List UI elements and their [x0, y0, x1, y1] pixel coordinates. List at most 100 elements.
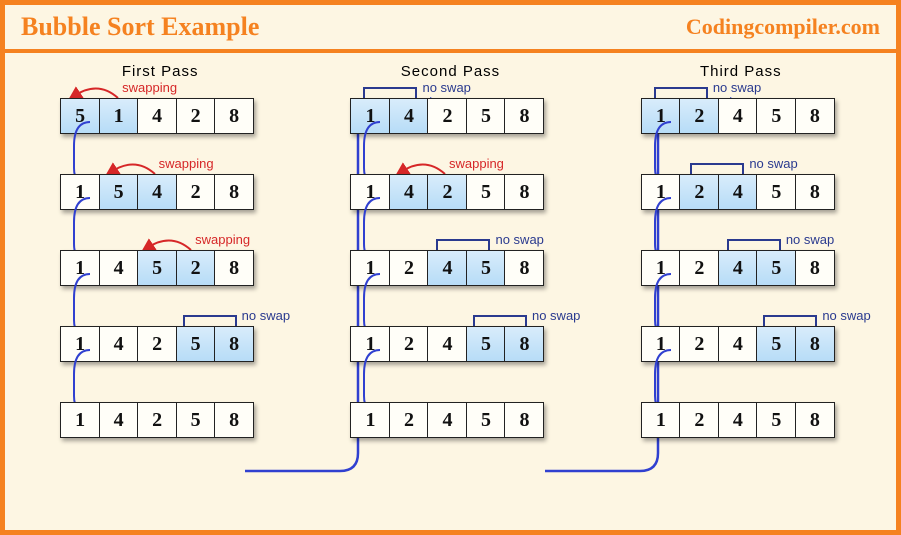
array-row: 51428 — [60, 98, 300, 134]
action-label-noswap: no swap — [749, 156, 797, 171]
array-row: 12458 — [641, 174, 881, 210]
array-cell: 5 — [60, 98, 100, 134]
array-cell: 5 — [466, 326, 506, 362]
array-row: 12458 — [641, 326, 881, 362]
header-bar: Bubble Sort Example Codingcompiler.com — [5, 5, 896, 53]
diagram-body: First Passswapping51428swapping15428swap… — [5, 53, 896, 533]
pass-title: Second Pass — [310, 63, 590, 80]
array-cell: 8 — [214, 250, 254, 286]
array-cell: 5 — [756, 98, 796, 134]
action-label-noswap: no swap — [532, 308, 580, 323]
array-cell: 2 — [427, 98, 467, 134]
action-label-swapping: swapping — [449, 156, 504, 171]
array-cell: 5 — [466, 402, 506, 438]
array-cell: 5 — [466, 98, 506, 134]
action-label-noswap: no swap — [713, 80, 761, 95]
sort-step: swapping51428 — [60, 98, 300, 134]
sort-step: no swap12458 — [641, 98, 881, 134]
array-cell: 8 — [795, 174, 835, 210]
action-label-noswap: no swap — [786, 232, 834, 247]
action-label-noswap: no swap — [495, 232, 543, 247]
sort-step: swapping14528 — [60, 250, 300, 286]
array-cell: 1 — [641, 326, 681, 362]
page-title: Bubble Sort Example — [21, 12, 259, 42]
brand-label: Codingcompiler.com — [686, 14, 880, 40]
array-cell: 4 — [99, 326, 139, 362]
array-cell: 8 — [795, 98, 835, 134]
array-cell: 2 — [137, 402, 177, 438]
action-label-noswap: no swap — [822, 308, 870, 323]
array-cell: 5 — [176, 326, 216, 362]
array-row: 12458 — [641, 98, 881, 134]
sort-step: no swap12458 — [641, 250, 881, 286]
array-cell: 4 — [137, 98, 177, 134]
action-label-swapping: swapping — [195, 232, 250, 247]
array-cell: 8 — [214, 98, 254, 134]
diagram-frame: Bubble Sort Example Codingcompiler.com F… — [0, 0, 901, 535]
array-cell: 4 — [718, 402, 758, 438]
sort-step: no swap12458 — [350, 326, 590, 362]
array-cell: 4 — [718, 250, 758, 286]
array-cell: 1 — [350, 174, 390, 210]
array-cell: 5 — [756, 250, 796, 286]
array-cell: 2 — [176, 250, 216, 286]
array-cell: 4 — [137, 174, 177, 210]
sort-step: 12458 — [350, 402, 590, 438]
array-cell: 4 — [99, 250, 139, 286]
array-cell: 8 — [795, 326, 835, 362]
array-cell: 1 — [60, 250, 100, 286]
array-cell: 4 — [389, 98, 429, 134]
array-cell: 2 — [427, 174, 467, 210]
action-label-noswap: no swap — [422, 80, 470, 95]
array-row: 14258 — [350, 98, 590, 134]
array-cell: 8 — [504, 250, 544, 286]
array-cell: 8 — [504, 174, 544, 210]
array-row: 12458 — [350, 326, 590, 362]
array-cell: 8 — [795, 402, 835, 438]
array-cell: 1 — [99, 98, 139, 134]
action-label-swapping: swapping — [159, 156, 214, 171]
array-cell: 4 — [389, 174, 429, 210]
array-cell: 4 — [718, 326, 758, 362]
pass-column: First Passswapping51428swapping15428swap… — [20, 63, 300, 533]
array-row: 12458 — [350, 402, 590, 438]
array-cell: 8 — [795, 250, 835, 286]
array-cell: 8 — [504, 98, 544, 134]
array-cell: 4 — [718, 174, 758, 210]
array-cell: 8 — [504, 326, 544, 362]
array-cell: 5 — [176, 402, 216, 438]
array-cell: 1 — [350, 250, 390, 286]
array-cell: 4 — [427, 326, 467, 362]
sort-step: no swap12458 — [641, 174, 881, 210]
array-cell: 5 — [756, 174, 796, 210]
array-row: 12458 — [641, 250, 881, 286]
array-cell: 1 — [641, 250, 681, 286]
array-row: 12458 — [350, 250, 590, 286]
array-cell: 5 — [466, 174, 506, 210]
array-cell: 5 — [756, 326, 796, 362]
array-row: 15428 — [60, 174, 300, 210]
array-row: 12458 — [641, 402, 881, 438]
array-cell: 5 — [756, 402, 796, 438]
array-cell: 5 — [99, 174, 139, 210]
array-cell: 8 — [214, 402, 254, 438]
array-cell: 2 — [679, 326, 719, 362]
array-row: 14258 — [60, 326, 300, 362]
sort-step: swapping15428 — [60, 174, 300, 210]
array-cell: 4 — [427, 250, 467, 286]
array-cell: 1 — [641, 174, 681, 210]
array-cell: 2 — [679, 402, 719, 438]
sort-step: no swap12458 — [641, 326, 881, 362]
array-cell: 1 — [350, 402, 390, 438]
array-cell: 1 — [641, 98, 681, 134]
array-cell: 1 — [350, 326, 390, 362]
array-cell: 4 — [427, 402, 467, 438]
array-cell: 2 — [389, 250, 429, 286]
sort-step: 12458 — [641, 402, 881, 438]
array-cell: 2 — [679, 98, 719, 134]
array-cell: 1 — [60, 326, 100, 362]
array-cell: 5 — [137, 250, 177, 286]
array-cell: 2 — [679, 250, 719, 286]
array-cell: 2 — [389, 326, 429, 362]
sort-step: no swap14258 — [350, 98, 590, 134]
